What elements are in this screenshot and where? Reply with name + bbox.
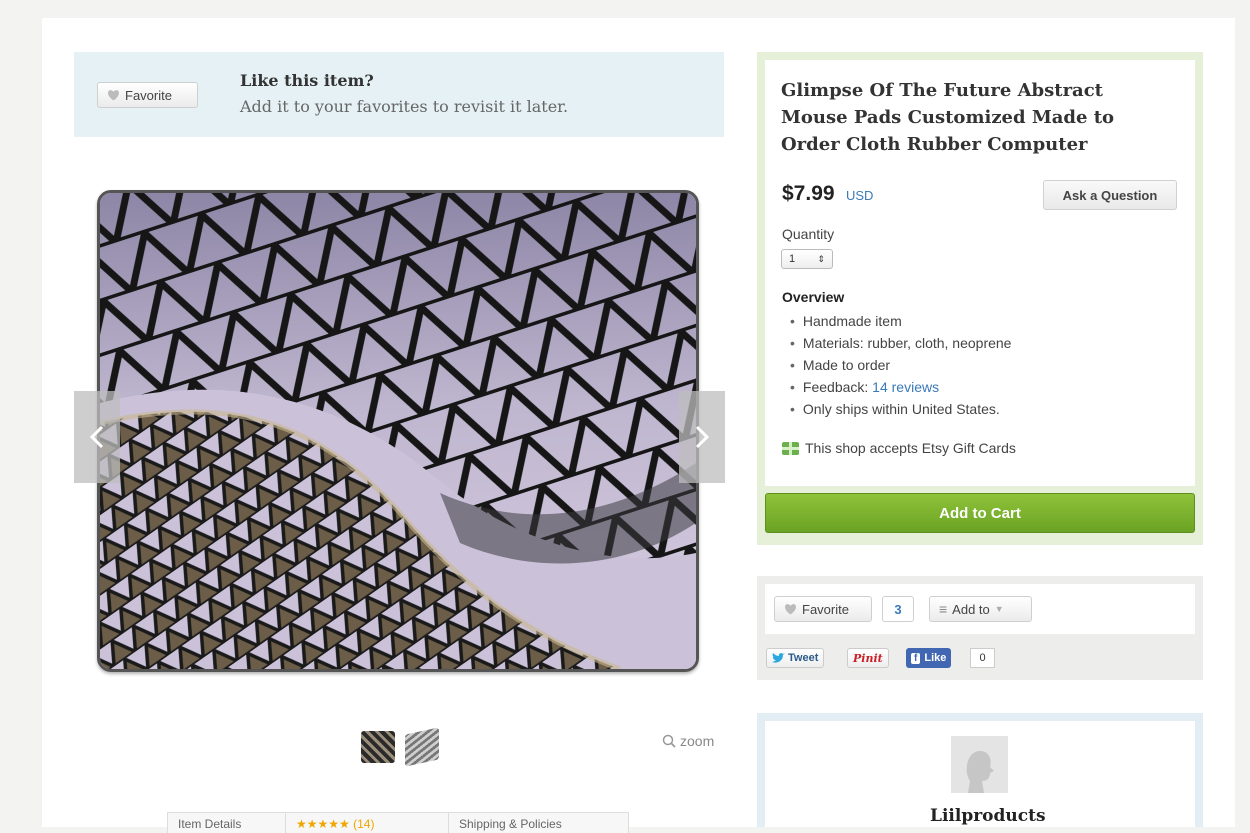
list-item: Made to order xyxy=(790,354,1011,376)
like-label: Like xyxy=(924,652,947,664)
overview-item-text: Made to order xyxy=(802,357,891,373)
like-count: 0 xyxy=(970,648,995,668)
shop-name[interactable]: Liilproducts xyxy=(930,806,1046,826)
add-to-cart-button[interactable]: Add to Cart xyxy=(765,493,1195,533)
currency-link[interactable]: USD xyxy=(846,188,873,203)
list-icon: ≡ xyxy=(939,601,948,617)
ask-question-button[interactable]: Ask a Question xyxy=(1043,180,1177,210)
quantity-label: Quantity xyxy=(782,226,835,242)
feedback-label: Feedback: xyxy=(802,379,873,395)
overview-item-text: Handmade item xyxy=(802,313,902,329)
facebook-icon: f xyxy=(911,652,921,664)
add-to-label: Add to xyxy=(952,601,990,617)
chevron-right-icon xyxy=(695,425,709,449)
tweet-label: Tweet xyxy=(788,652,819,664)
favorite-label: Favorite xyxy=(802,601,849,617)
favorite-count: 3 xyxy=(882,596,914,622)
tab-reviews[interactable]: ★★★★★ (14) xyxy=(286,813,449,833)
tab-item-details[interactable]: Item Details xyxy=(168,813,286,833)
banner-title: Like this item? xyxy=(240,71,374,90)
list-item: Handmade item xyxy=(790,310,1011,332)
prev-image-button[interactable] xyxy=(74,391,120,483)
add-to-list-button[interactable]: ≡ Add to ▼ xyxy=(929,596,1032,622)
gift-card-notice: This shop accepts Etsy Gift Cards xyxy=(782,440,1016,456)
listing-title: Glimpse Of The Future Abstract Mouse Pad… xyxy=(781,80,1115,155)
product-main-image[interactable] xyxy=(97,190,699,672)
gift-card-text: This shop accepts Etsy Gift Cards xyxy=(805,440,1016,456)
overview-title: Overview xyxy=(782,289,845,305)
price: $7.99 xyxy=(782,182,835,205)
heart-icon xyxy=(785,604,796,615)
tab-shipping-policies[interactable]: Shipping & Policies xyxy=(449,813,572,833)
magnifier-icon xyxy=(662,734,676,748)
chevron-left-icon xyxy=(90,425,104,449)
facebook-like-button[interactable]: f Like xyxy=(906,648,952,668)
twitter-bird-icon xyxy=(772,652,785,663)
shop-avatar[interactable] xyxy=(951,736,1008,793)
quantity-select[interactable]: 1 ⇕ xyxy=(781,249,833,269)
quantity-value: 1 xyxy=(789,253,796,265)
abstract-architecture-image xyxy=(100,193,696,669)
banner-subtitle: Add it to your favorites to revisit it l… xyxy=(240,97,569,116)
thumbnail-1[interactable] xyxy=(361,731,395,763)
list-item: Materials: rubber, cloth, neoprene xyxy=(790,332,1012,354)
overview-item-text: Materials: rubber, cloth, neoprene xyxy=(802,335,1012,351)
pinterest-button[interactable]: Pinit xyxy=(847,648,889,668)
select-arrows-icon: ⇕ xyxy=(817,253,825,264)
chevron-down-icon: ▼ xyxy=(994,604,1004,614)
list-item: Only ships within United States. xyxy=(790,398,1011,420)
list-item: Feedback: 14 reviews xyxy=(790,376,1011,398)
listing-tabs: Item Details ★★★★★ (14) Shipping & Polic… xyxy=(167,812,629,833)
banner-favorite-label: Favorite xyxy=(125,87,172,103)
zoom-label: zoom xyxy=(680,733,715,749)
banner-favorite-button[interactable]: Favorite xyxy=(97,82,198,108)
gift-card-icon xyxy=(782,441,799,455)
tweet-button[interactable]: Tweet xyxy=(766,648,825,668)
overview-item-text: Only ships within United States. xyxy=(802,401,1000,417)
reviews-link[interactable]: 14 reviews xyxy=(872,379,939,395)
heart-icon xyxy=(108,90,119,101)
user-silhouette-icon xyxy=(966,751,994,793)
zoom-link[interactable]: zoom xyxy=(662,733,714,749)
favorite-button[interactable]: Favorite xyxy=(774,596,872,622)
next-image-button[interactable] xyxy=(679,391,725,483)
overview-list: Handmade item Materials: rubber, cloth, … xyxy=(790,310,1012,420)
